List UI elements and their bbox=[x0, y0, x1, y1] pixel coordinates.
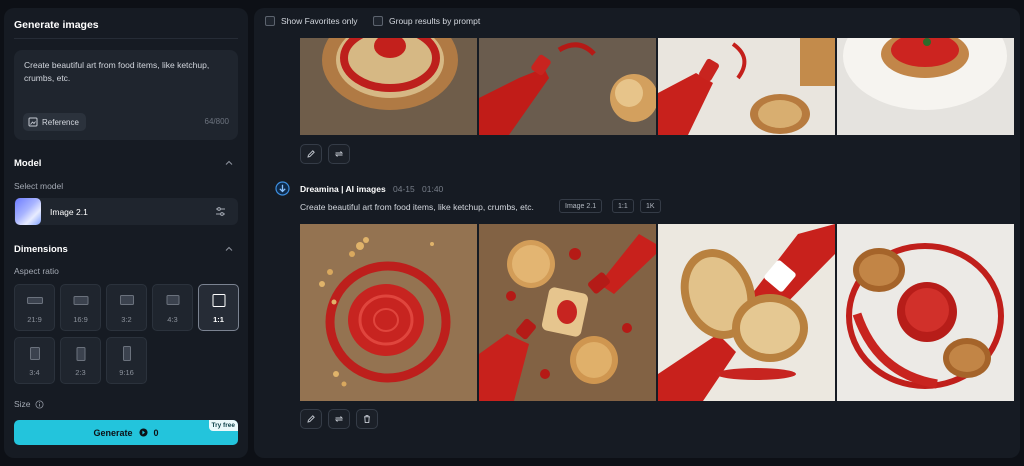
ratio-shape bbox=[122, 346, 131, 361]
ratio-option-1-1[interactable]: 1:1 bbox=[198, 284, 239, 331]
results-area: Show Favorites only Group results by pro… bbox=[254, 8, 1020, 458]
pencil-icon bbox=[307, 150, 315, 158]
image-reference-icon bbox=[28, 117, 38, 127]
ratio-option-3-2[interactable]: 3:2 bbox=[106, 284, 147, 331]
group-checkbox[interactable] bbox=[373, 16, 383, 26]
model-name: Image 2.1 bbox=[50, 207, 88, 217]
delete-button[interactable] bbox=[356, 409, 378, 429]
edit-button[interactable] bbox=[300, 144, 322, 164]
dreamina-logo-icon bbox=[275, 181, 290, 196]
generation-date: 04-15 bbox=[393, 184, 415, 194]
model-thumbnail bbox=[15, 198, 41, 225]
aspect-ratio-label: Aspect ratio bbox=[14, 266, 59, 276]
generation-author: Dreamina | AI images bbox=[300, 184, 386, 194]
favorites-label: Show Favorites only bbox=[281, 16, 358, 26]
ratio-label: 3:2 bbox=[121, 315, 132, 324]
repeat-icon bbox=[334, 151, 344, 157]
previous-image-grid bbox=[300, 38, 1014, 135]
model-tag: Image 2.1 bbox=[559, 199, 603, 213]
credit-icon bbox=[138, 428, 148, 437]
ratio-option-3-4[interactable]: 3:4 bbox=[14, 337, 55, 384]
group-label: Group results by prompt bbox=[389, 16, 481, 26]
ratio-option-9-16[interactable]: 9:16 bbox=[106, 337, 147, 384]
generated-image[interactable] bbox=[300, 224, 477, 401]
generated-image[interactable] bbox=[300, 38, 477, 135]
ratio-shape bbox=[166, 295, 179, 305]
panel-title: Generate images bbox=[14, 19, 99, 31]
panel-divider bbox=[14, 38, 238, 39]
ratio-option-4-3[interactable]: 4:3 bbox=[152, 284, 193, 331]
pencil-icon bbox=[307, 415, 315, 423]
favorites-checkbox[interactable] bbox=[265, 16, 275, 26]
ratio-label: 21:9 bbox=[27, 315, 42, 324]
ratio-option-2-3[interactable]: 2:3 bbox=[60, 337, 101, 384]
ratio-label: 2:3 bbox=[75, 368, 86, 377]
info-icon[interactable] bbox=[35, 399, 44, 409]
reference-label: Reference bbox=[42, 117, 79, 127]
ratio-option-16-9[interactable]: 16:9 bbox=[60, 284, 101, 331]
character-counter: 64/800 bbox=[204, 117, 229, 126]
generation-prompt[interactable]: Create beautiful art from food items, li… bbox=[300, 202, 534, 212]
resolution-tag: 1K bbox=[640, 199, 661, 213]
ratio-tag: 1:1 bbox=[612, 199, 634, 213]
ratio-shape bbox=[73, 296, 88, 305]
ratio-label: 4:3 bbox=[167, 315, 178, 324]
ratio-label: 1:1 bbox=[213, 315, 224, 324]
generated-image[interactable] bbox=[479, 38, 656, 135]
ratio-shape bbox=[212, 294, 225, 307]
model-section-title: Model bbox=[14, 158, 42, 169]
generated-image[interactable] bbox=[658, 38, 835, 135]
generate-panel: Generate images Create beautiful art fro… bbox=[4, 8, 248, 458]
prompt-text[interactable]: Create beautiful art from food items, li… bbox=[24, 59, 214, 85]
sliders-icon[interactable] bbox=[215, 206, 226, 217]
model-select[interactable]: Image 2.1 bbox=[14, 198, 238, 225]
ratio-option-21-9[interactable]: 21:9 bbox=[14, 284, 55, 331]
trash-icon bbox=[364, 415, 370, 424]
size-text: Size bbox=[14, 399, 31, 409]
regenerate-button[interactable] bbox=[328, 409, 350, 429]
ratio-shape bbox=[29, 347, 40, 360]
ratio-label: 3:4 bbox=[29, 368, 40, 377]
generated-image[interactable] bbox=[479, 224, 656, 401]
generate-label: Generate bbox=[93, 427, 133, 438]
try-free-badge: Try free bbox=[208, 420, 238, 431]
dimensions-section-title: Dimensions bbox=[14, 244, 68, 255]
select-model-label: Select model bbox=[14, 181, 64, 191]
chevron-up-icon[interactable] bbox=[224, 244, 234, 254]
chevron-up-icon[interactable] bbox=[224, 158, 234, 168]
generated-image[interactable] bbox=[837, 224, 1014, 401]
generated-image[interactable] bbox=[658, 224, 835, 401]
ratio-shape bbox=[119, 295, 134, 305]
group-filter[interactable]: Group results by prompt bbox=[373, 16, 480, 26]
prompt-input[interactable]: Create beautiful art from food items, li… bbox=[14, 50, 238, 140]
ratio-label: 9:16 bbox=[119, 368, 134, 377]
reference-button[interactable]: Reference bbox=[23, 113, 86, 131]
generate-button[interactable]: Generate 0 Try free bbox=[14, 420, 238, 445]
generation-time: 01:40 bbox=[422, 184, 444, 194]
favorites-filter[interactable]: Show Favorites only bbox=[265, 16, 358, 26]
size-label: Size bbox=[14, 399, 44, 409]
edit-button[interactable] bbox=[300, 409, 322, 429]
image-grid bbox=[300, 224, 1014, 401]
ratio-shape bbox=[76, 347, 85, 361]
ratio-label: 16:9 bbox=[73, 315, 88, 324]
regenerate-button[interactable] bbox=[328, 144, 350, 164]
generated-image[interactable] bbox=[837, 38, 1014, 135]
repeat-icon bbox=[334, 416, 344, 422]
ratio-shape bbox=[26, 297, 43, 304]
credit-count: 0 bbox=[153, 427, 159, 438]
